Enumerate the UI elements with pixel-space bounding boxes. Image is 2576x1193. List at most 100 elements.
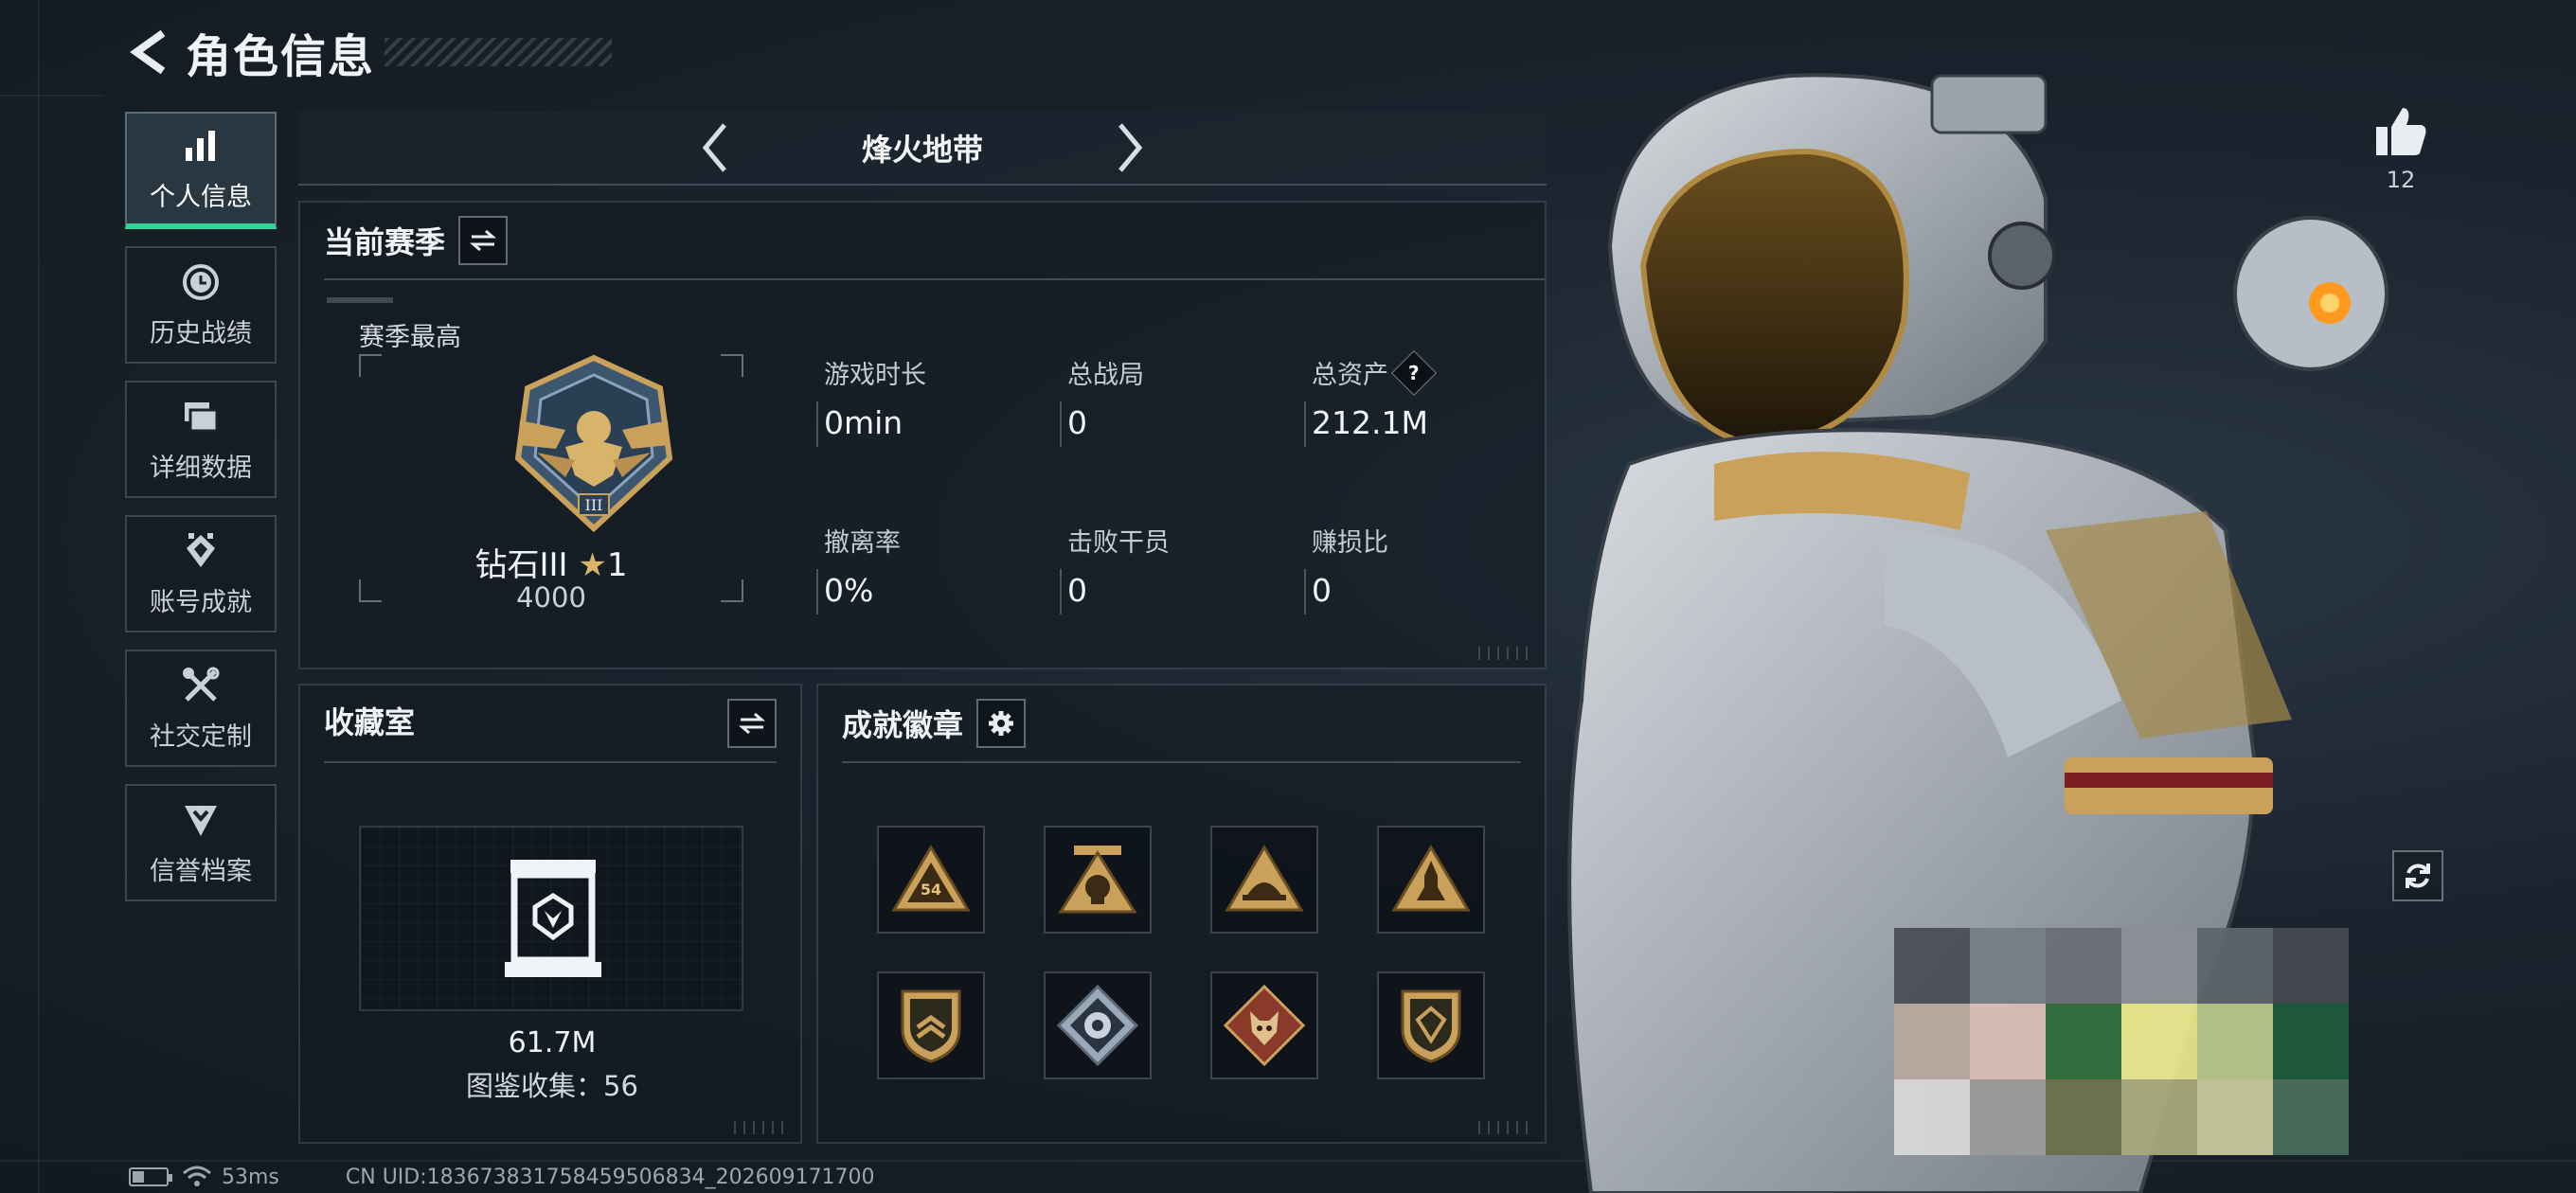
tools-icon — [180, 665, 222, 706]
swap-icon — [469, 229, 497, 252]
chevron-left-icon — [702, 123, 726, 172]
like-button[interactable]: 12 — [2368, 106, 2434, 193]
chevron-right-icon — [1118, 123, 1143, 172]
rank-display: III 钻石III ★1 4000 — [359, 354, 743, 614]
diamond-badge-wolf-icon — [1223, 984, 1306, 1067]
sidebar-item-history[interactable]: 历史战绩 — [125, 246, 277, 364]
stat-operators-defeated: 击败干员 0 — [1060, 522, 1285, 614]
rank-name-row: 钻石III ★1 — [359, 539, 743, 585]
stat-extraction-rate: 撤离率 0% — [816, 522, 1042, 614]
rotate-model-button[interactable] — [2392, 850, 2443, 901]
badge-slot[interactable] — [1044, 826, 1152, 934]
divider — [324, 278, 1545, 280]
mode-prev-button[interactable] — [686, 115, 742, 181]
sidebar-item-label: 账号成就 — [150, 587, 252, 617]
bg-grid-line — [38, 0, 40, 1193]
sidebar-item-detail-data[interactable]: 详细数据 — [125, 381, 277, 498]
collection-showcase[interactable] — [359, 826, 743, 1011]
rank-stars: 1 — [606, 546, 628, 584]
collection-switch-button[interactable] — [727, 699, 777, 748]
clock-history-icon — [180, 261, 222, 303]
divider — [842, 761, 1521, 763]
badge-slot[interactable] — [877, 971, 985, 1079]
season-switch-button[interactable] — [458, 216, 509, 265]
frame-corner — [359, 354, 382, 377]
back-button[interactable] — [123, 26, 176, 79]
divider — [1060, 401, 1062, 447]
battery-icon — [129, 1167, 172, 1186]
sidebar-item-label: 个人信息 — [150, 182, 252, 212]
achievement-badges-panel: 成就徽章 54 — [816, 684, 1547, 1144]
sidebar-item-personal-info[interactable]: 个人信息 — [125, 112, 277, 229]
mode-name: 烽火地带 — [861, 132, 983, 168]
character-model — [1567, 73, 2388, 1193]
sidebar-item-label: 信誉档案 — [150, 856, 252, 886]
triangle-badge-skull-icon — [1058, 846, 1137, 914]
badge-slot[interactable] — [1210, 826, 1318, 934]
stat-total-matches: 总战局 0 — [1060, 354, 1285, 447]
sidebar-item-credit[interactable]: 信誉档案 — [125, 784, 277, 901]
player-uid: CN UID:1836738317584595068​34_2026091717… — [345, 1165, 875, 1189]
stat-value: 0 — [1067, 572, 1087, 609]
thumbs-up-icon — [2376, 108, 2426, 155]
stat-label: 总资产 — [1312, 361, 1388, 390]
diamond-badge-flower-icon — [1056, 984, 1139, 1067]
stat-label: 总战局 — [1067, 361, 1144, 390]
badge-slot[interactable] — [1044, 971, 1152, 1079]
shield-badge-chevron-icon — [901, 989, 961, 1063]
ping-value: 53ms — [222, 1165, 279, 1189]
season-best-label: 赛季最高 — [359, 323, 461, 352]
collection-count: 图鉴收集：56 — [466, 1070, 638, 1102]
sidebar: 个人信息 历史战绩 详细数据 账号成就 社交定制 信誉档案 — [125, 112, 278, 918]
refresh-icon — [2406, 864, 2430, 888]
stat-label: 击败干员 — [1067, 528, 1170, 558]
badges-title: 成就徽章 — [842, 707, 964, 743]
mode-next-button[interactable] — [1102, 115, 1159, 181]
folders-icon — [180, 396, 222, 437]
star-icon: ★ — [578, 546, 607, 584]
mode-selector: 烽火地带 — [298, 112, 1547, 186]
shield-arrow-icon — [180, 799, 222, 841]
page-header: 角色信息 — [123, 24, 613, 83]
badge-slot[interactable] — [1210, 971, 1318, 1079]
svg-text:III: III — [585, 496, 603, 514]
sidebar-item-social[interactable]: 社交定制 — [125, 650, 277, 767]
divider — [324, 761, 777, 763]
question-icon: ? — [1408, 361, 1420, 384]
wifi-icon — [183, 1166, 211, 1186]
display-case-icon — [505, 860, 601, 977]
frame-corner — [721, 354, 743, 377]
divider — [1060, 569, 1062, 614]
swap-icon — [738, 712, 766, 735]
stat-play-time: 游戏时长 0min — [816, 354, 1042, 447]
bar-chart-icon — [180, 125, 222, 167]
page-title: 角色信息 — [186, 30, 376, 83]
divider — [816, 401, 818, 447]
badges-settings-button[interactable] — [976, 699, 1027, 748]
badge-slot[interactable]: 54 — [877, 826, 985, 934]
stat-value: 0 — [1067, 404, 1087, 441]
sidebar-item-label: 历史战绩 — [150, 318, 252, 348]
back-arrow-icon — [130, 29, 166, 75]
triangle-badge-54-icon: 54 — [891, 845, 971, 912]
divider — [816, 569, 818, 614]
sidebar-item-label: 社交定制 — [150, 721, 252, 752]
help-button[interactable]: ? — [1390, 349, 1438, 396]
stat-value: 0min — [824, 404, 903, 441]
sidebar-item-label: 详细数据 — [150, 453, 252, 483]
stat-label: 游戏时长 — [824, 361, 926, 390]
badge-slot[interactable] — [1377, 971, 1485, 1079]
rank-score: 4000 — [516, 581, 586, 614]
rank-emblem-icon: III — [514, 354, 673, 533]
stat-value: 0% — [824, 572, 874, 609]
gear-icon — [989, 711, 1014, 736]
like-count: 12 — [2386, 167, 2416, 193]
achievement-icon — [180, 530, 222, 572]
stat-label: 撤离率 — [824, 528, 901, 558]
season-title: 当前赛季 — [324, 224, 446, 260]
bg-grid-line — [0, 95, 104, 97]
divider — [327, 297, 393, 303]
sidebar-item-achievements[interactable]: 账号成就 — [125, 515, 277, 632]
panel-decoration — [734, 1121, 791, 1134]
badge-slot[interactable] — [1377, 826, 1485, 934]
